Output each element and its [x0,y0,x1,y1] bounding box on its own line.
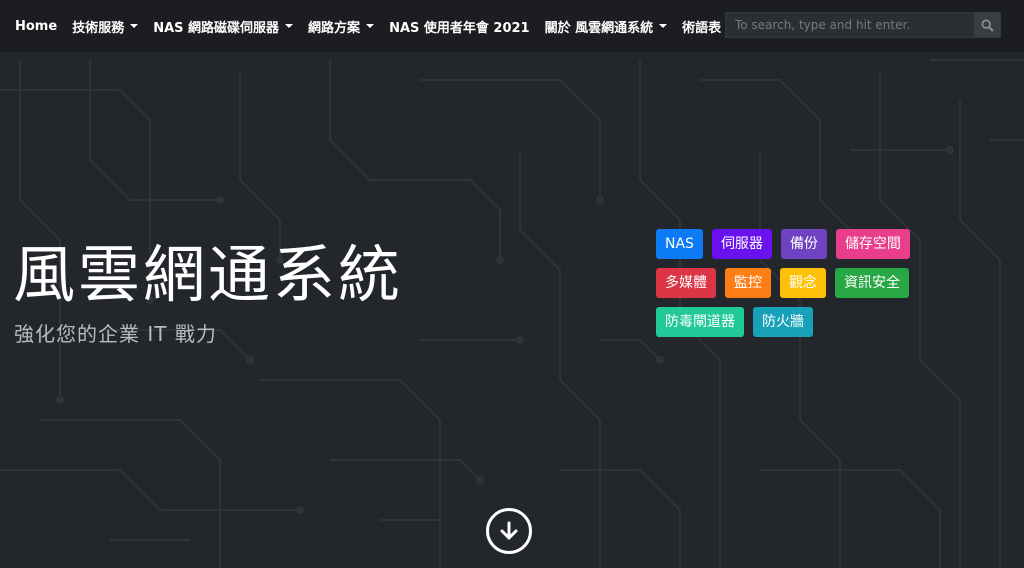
nav-item-nas-conference[interactable]: NAS 使用者年會 2021 [389,17,530,36]
tag-firewall[interactable]: 防火牆 [753,307,813,337]
search-box [725,12,1001,38]
page: Home 技術服務 NAS 網路磁碟伺服器 網路方案 NAS 使用者年會 202… [0,0,1024,568]
caret-down-icon [285,24,294,28]
nav-item-network-solutions[interactable]: 網路方案 [308,17,375,36]
tag-multimedia[interactable]: 多媒體 [656,268,716,298]
nav-label: 術語表 [682,20,722,36]
tag-row: 防毒閘道器 防火牆 [656,307,936,337]
nav-label: NAS 網路磁碟伺服器 [153,20,280,36]
tag-storage[interactable]: 儲存空間 [835,229,910,259]
nav-label: Home [15,18,58,34]
nav-label: NAS 使用者年會 2021 [389,20,530,36]
tag-row: NAS 伺服器 備份 儲存空間 [656,229,936,259]
nav-item-glossary[interactable]: 術語表 [682,17,721,36]
nav-label: 網路方案 [308,20,361,36]
tag-concepts[interactable]: 觀念 [780,268,826,298]
tag-cloud: NAS 伺服器 備份 儲存空間 多媒體 監控 觀念 資訊安全 防毒閘道器 防火牆 [656,229,936,346]
search-button[interactable] [974,13,1000,37]
nav-label: 技術服務 [72,20,125,36]
tag-server[interactable]: 伺服器 [711,229,772,259]
search-icon [980,18,994,32]
hero-subtitle: 強化您的企業 IT 戰力 [14,322,217,346]
nav-label: 關於 風雲網通系統 [544,20,654,36]
nav-item-home[interactable]: Home [15,19,57,34]
search-input[interactable] [726,13,974,37]
caret-down-icon [130,24,139,28]
tag-surveillance[interactable]: 監控 [725,268,771,298]
hero-title: 風雲網通系統 [13,238,404,311]
top-navbar: Home 技術服務 NAS 網路磁碟伺服器 網路方案 NAS 使用者年會 202… [0,0,1024,52]
tag-backup[interactable]: 備份 [780,229,827,259]
caret-down-icon [659,24,668,28]
nav-item-tech-services[interactable]: 技術服務 [72,17,139,36]
nav-item-about[interactable]: 關於 風雲網通系統 [545,17,668,36]
tag-antivirus-gateway[interactable]: 防毒閘道器 [656,307,744,337]
arrow-down-circle-icon [500,521,518,540]
tag-row: 多媒體 監控 觀念 資訊安全 [656,268,936,298]
tag-security[interactable]: 資訊安全 [835,268,909,298]
tag-nas[interactable]: NAS [656,229,703,259]
caret-down-icon [366,24,375,28]
nav-item-nas-server[interactable]: NAS 網路磁碟伺服器 [153,17,294,36]
scroll-down-button[interactable] [486,508,532,554]
